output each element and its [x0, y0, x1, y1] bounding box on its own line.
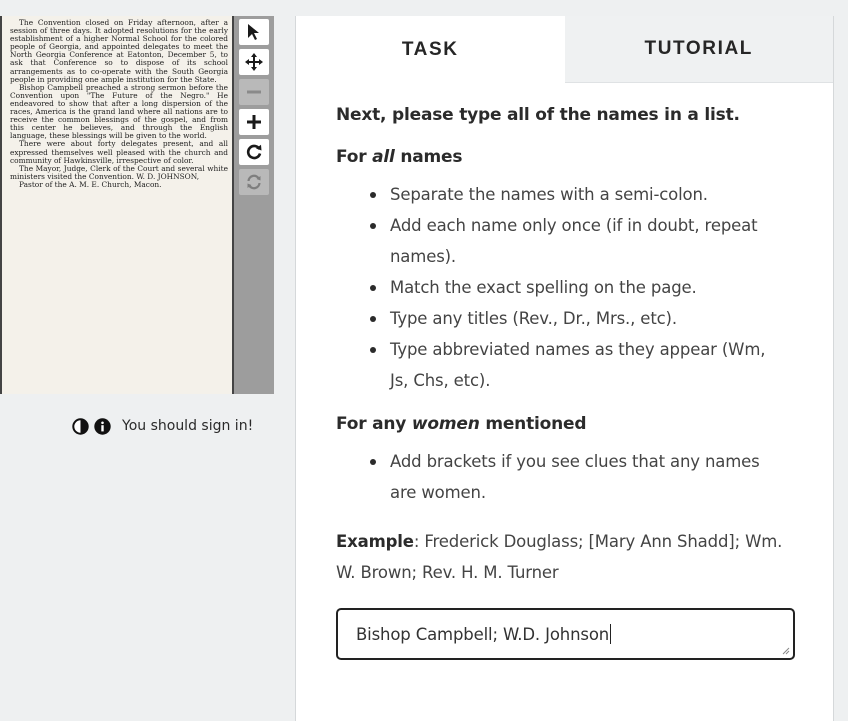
all-names-heading: For all names: [336, 147, 463, 167]
example-text: Example: Frederick Douglass; [Mary Ann S…: [336, 532, 783, 582]
list-item: Add each name only once (if in doubt, re…: [370, 210, 793, 272]
text-caret: [610, 624, 612, 644]
newspaper-clipping-image[interactable]: The Convention closed on Friday afternoo…: [0, 16, 234, 394]
list-item: Add brackets if you see clues that any n…: [370, 446, 793, 508]
panel-tabs: TASK TUTORIAL: [296, 16, 833, 83]
list-item: Type any titles (Rev., Dr., Mrs., etc).: [370, 303, 793, 334]
viewer-footer: You should sign in!: [72, 414, 253, 438]
answer-textarea[interactable]: Bishop Campbell; W.D. Johnson: [336, 608, 795, 660]
task-content: Next, please type all of the names in a …: [296, 83, 833, 660]
move-tool-button[interactable]: [239, 49, 269, 75]
pointer-icon: [248, 24, 259, 40]
all-names-rules-list: Separate the names with a semi-colon. Ad…: [336, 179, 793, 396]
zoom-out-button[interactable]: [239, 79, 269, 105]
clipping-paragraph: Bishop Campbell preached a strong sermon…: [10, 82, 228, 141]
reset-view-button[interactable]: [239, 169, 269, 195]
task-panel: TASK TUTORIAL Next, please type all of t…: [295, 16, 834, 721]
subject-viewer: The Convention closed on Friday afternoo…: [0, 16, 274, 435]
list-item: Match the exact spelling on the page.: [370, 272, 793, 303]
zoom-in-button[interactable]: [239, 109, 269, 135]
zoom-out-icon: [247, 90, 261, 94]
resize-handle-icon[interactable]: [782, 647, 790, 655]
rotate-button[interactable]: [239, 139, 269, 165]
invert-colors-icon[interactable]: [72, 417, 89, 435]
reset-icon: [247, 174, 261, 190]
viewer-toolbar: [234, 16, 274, 394]
move-icon: [245, 53, 263, 71]
rotate-icon: [246, 144, 262, 160]
answer-value: Bishop Campbell; W.D. Johnson: [356, 624, 610, 644]
info-icon[interactable]: [94, 417, 111, 435]
clipping-paragraph: There were about forty delegates present…: [10, 139, 228, 165]
list-item: Type abbreviated names as they appear (W…: [370, 334, 793, 396]
clipping-text: The Convention closed on Friday afternoo…: [10, 18, 228, 189]
women-rules-list: Add brackets if you see clues that any n…: [336, 446, 793, 508]
tab-task[interactable]: TASK: [296, 16, 565, 83]
zoom-in-icon: [247, 115, 261, 129]
women-heading: For any women mentioned: [336, 414, 587, 434]
example-label: Example: [336, 532, 414, 551]
clipping-paragraph: The Convention closed on Friday afternoo…: [10, 18, 228, 84]
sign-in-prompt[interactable]: You should sign in!: [122, 418, 253, 434]
pointer-tool-button[interactable]: [239, 19, 269, 45]
task-instruction: Next, please type all of the names in a …: [336, 105, 740, 125]
clipping-paragraph: The Mayor, Judge, Clerk of the Court and…: [10, 163, 228, 181]
tab-tutorial[interactable]: TUTORIAL: [564, 16, 833, 83]
list-item: Separate the names with a semi-colon.: [370, 179, 793, 210]
clipping-signature: Pastor of the A. M. E. Church, Macon.: [19, 179, 162, 189]
